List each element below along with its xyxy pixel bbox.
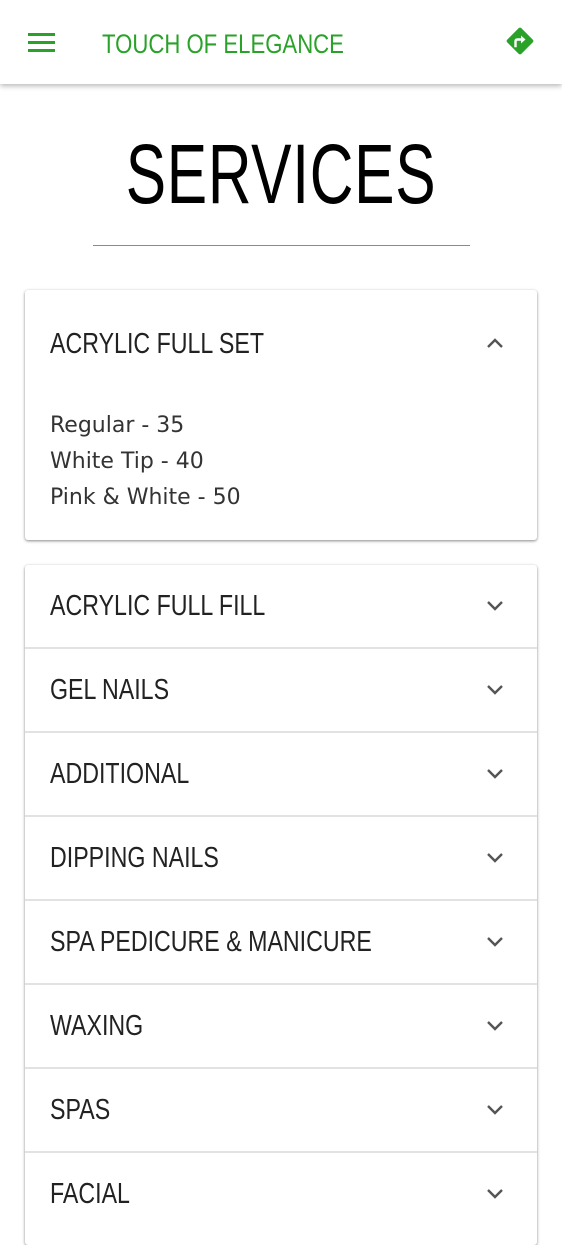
accordion-title: DIPPING NAILS <box>50 842 219 874</box>
accordion-title: SPA PEDICURE & MANICURE <box>50 926 372 958</box>
accordion-header-facial[interactable]: FACIAL <box>25 1151 537 1235</box>
chevron-down-icon <box>487 685 503 695</box>
accordion-header-acrylic-full-fill[interactable]: ACRYLIC FULL FILL <box>25 565 537 647</box>
price-item: White Tip - 40 <box>50 449 204 474</box>
page-title: SERVICES <box>125 127 437 221</box>
accordion-title: ADDITIONAL <box>50 758 190 790</box>
chevron-down-icon <box>487 937 503 947</box>
hamburger-menu-icon[interactable] <box>27 31 57 53</box>
accordion-title: ACRYLIC FULL SET <box>50 328 265 360</box>
accordion-header-waxing[interactable]: WAXING <box>25 983 537 1067</box>
directions-icon[interactable] <box>503 24 537 58</box>
accordion-header-dipping-nails[interactable]: DIPPING NAILS <box>25 815 537 899</box>
price-item: Pink & White - 50 <box>50 485 241 510</box>
app-bar: TOUCH OF ELEGANCE <box>0 0 562 84</box>
accordion-title: GEL NAILS <box>50 674 170 706</box>
chevron-down-icon <box>487 1021 503 1031</box>
chevron-down-icon <box>487 1105 503 1115</box>
accordion-title: WAXING <box>50 1010 144 1042</box>
price-item: Regular - 35 <box>50 413 185 438</box>
chevron-down-icon <box>487 1189 503 1199</box>
chevron-up-icon <box>487 338 503 348</box>
accordion-header-acrylic-full-set[interactable]: ACRYLIC FULL SET <box>25 290 537 396</box>
service-accordion-list: ACRYLIC FULL FILL GEL NAILS ADDITIONAL D… <box>25 565 537 1245</box>
accordion-title: ACRYLIC FULL FILL <box>50 590 266 622</box>
accordion-header-spas[interactable]: SPAS <box>25 1067 537 1151</box>
accordion-header-gel-nails[interactable]: GEL NAILS <box>25 647 537 731</box>
accordion-header-spa-pedicure-manicure[interactable]: SPA PEDICURE & MANICURE <box>25 899 537 983</box>
accordion-title: FACIAL <box>50 1178 130 1210</box>
chevron-down-icon <box>487 601 503 611</box>
service-card-expanded: ACRYLIC FULL SET Regular - 35 White Tip … <box>25 290 537 540</box>
chevron-down-icon <box>487 853 503 863</box>
app-title[interactable]: TOUCH OF ELEGANCE <box>102 24 344 64</box>
accordion-title: SPAS <box>50 1094 111 1126</box>
chevron-down-icon <box>487 769 503 779</box>
title-divider <box>93 245 470 246</box>
accordion-header-additional[interactable]: ADDITIONAL <box>25 731 537 815</box>
